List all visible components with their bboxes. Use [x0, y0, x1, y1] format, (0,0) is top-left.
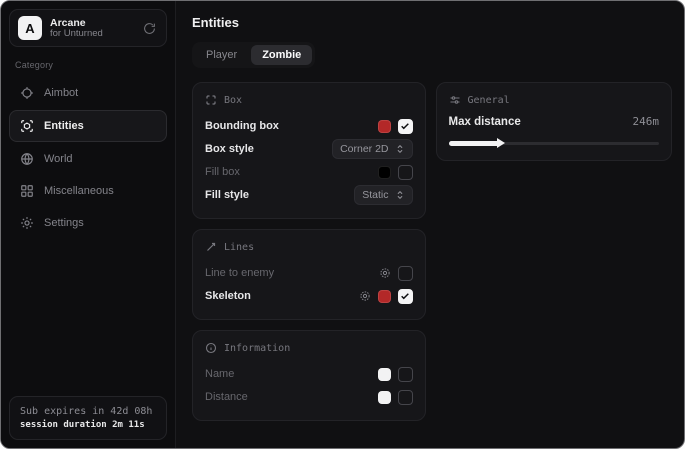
setting-label: Fill style — [205, 189, 354, 201]
setting-label: Bounding box — [205, 120, 378, 132]
sidebar-item-settings[interactable]: Settings — [9, 208, 167, 238]
card-title: Box — [224, 95, 242, 106]
main-content: Entities Player Zombie Box Bounding box — [176, 1, 684, 448]
box-style-dropdown[interactable]: Corner 2D — [332, 139, 412, 159]
slider-label: Max distance — [449, 116, 633, 128]
refresh-icon — [143, 22, 156, 35]
setting-label: Line to enemy — [205, 267, 379, 279]
setting-label: Fill box — [205, 166, 378, 178]
info-icon — [205, 342, 217, 354]
app-name: Arcane — [50, 17, 133, 29]
setting-row: Bounding box — [205, 115, 413, 137]
check-icon — [400, 291, 410, 301]
checkbox-unchecked[interactable] — [398, 165, 413, 180]
gear-icon — [359, 290, 371, 302]
card-title: General — [468, 95, 510, 106]
chevrons-up-down-icon — [395, 144, 405, 154]
color-swatch[interactable] — [378, 368, 391, 381]
card-title: Information — [224, 343, 290, 354]
color-swatch[interactable] — [378, 391, 391, 404]
setting-label: Distance — [205, 391, 378, 403]
refresh-button[interactable] — [141, 20, 158, 37]
lines-card: Lines Line to enemy — [192, 229, 426, 320]
sidebar-item-entities[interactable]: Entities — [9, 110, 167, 142]
dropdown-value: Static — [362, 189, 388, 201]
setting-row: Box style Corner 2D — [205, 138, 413, 160]
setting-row: Distance — [205, 386, 413, 408]
color-swatch[interactable] — [378, 290, 391, 303]
setting-row: Fill box — [205, 161, 413, 183]
checkbox-unchecked[interactable] — [398, 367, 413, 382]
setting-row: Skeleton — [205, 285, 413, 307]
setting-row: Line to enemy — [205, 262, 413, 284]
box-card: Box Bounding box — [192, 82, 426, 219]
sidebar-item-label: Aimbot — [44, 87, 78, 99]
gear-icon — [379, 267, 391, 279]
page-title: Entities — [192, 15, 672, 30]
sidebar: A Arcane for Unturned Category Aimbot — [1, 1, 176, 448]
setting-row: Name — [205, 363, 413, 385]
card-title: Lines — [224, 242, 254, 253]
color-swatch[interactable] — [378, 120, 391, 133]
checkbox-unchecked[interactable] — [398, 266, 413, 281]
gear-icon — [20, 216, 34, 230]
box-card-header: Box — [205, 94, 413, 106]
information-card-header: Information — [205, 342, 413, 354]
crosshair-icon — [20, 86, 34, 100]
checkbox-checked[interactable] — [398, 289, 413, 304]
sidebar-item-miscellaneous[interactable]: Miscellaneous — [9, 176, 167, 206]
row-settings-button[interactable] — [379, 267, 391, 279]
card-columns: Box Bounding box — [192, 82, 672, 421]
scan-frame-icon — [205, 94, 217, 106]
setting-label: Name — [205, 368, 378, 380]
max-distance-row: Max distance 246m — [449, 115, 659, 128]
tab-group: Player Zombie — [192, 42, 315, 68]
tab-zombie[interactable]: Zombie — [251, 45, 312, 65]
left-column: Box Bounding box — [192, 82, 426, 421]
setting-label: Box style — [205, 143, 332, 155]
sidebar-item-world[interactable]: World — [9, 144, 167, 174]
sidebar-item-aimbot[interactable]: Aimbot — [9, 78, 167, 108]
sliders-icon — [449, 94, 461, 106]
sidebar-item-label: Entities — [44, 120, 84, 132]
lines-card-header: Lines — [205, 241, 413, 253]
check-icon — [400, 121, 410, 131]
category-label: Category — [15, 60, 161, 70]
grid-icon — [20, 184, 34, 198]
checkbox-checked[interactable] — [398, 119, 413, 134]
app-window: A Arcane for Unturned Category Aimbot — [0, 0, 685, 449]
chevrons-up-down-icon — [395, 190, 405, 200]
setting-label: Skeleton — [205, 290, 359, 302]
app-header-card: A Arcane for Unturned — [9, 9, 167, 47]
right-column: General Max distance 246m — [436, 82, 672, 161]
checkbox-unchecked[interactable] — [398, 390, 413, 405]
row-settings-button[interactable] — [359, 290, 371, 302]
sidebar-item-label: Settings — [44, 217, 84, 229]
slider-value: 246m — [633, 115, 660, 128]
diagonal-line-icon — [205, 241, 217, 253]
sidebar-item-label: Miscellaneous — [44, 185, 114, 197]
app-titles: Arcane for Unturned — [50, 17, 133, 40]
general-card: General Max distance 246m — [436, 82, 672, 161]
information-card: Information Name Distance — [192, 330, 426, 421]
setting-row: Fill style Static — [205, 184, 413, 206]
cube-scan-icon — [20, 119, 34, 133]
general-card-header: General — [449, 94, 659, 106]
max-distance-slider[interactable] — [449, 138, 659, 148]
slider-handle[interactable] — [497, 138, 505, 148]
tab-player[interactable]: Player — [195, 45, 248, 65]
color-swatch[interactable] — [378, 166, 391, 179]
sidebar-nav: Aimbot Entities World Miscellaneous — [9, 78, 167, 238]
subscription-info-card: Sub expires in 42d 08h session duration … — [9, 396, 167, 441]
slider-fill — [449, 141, 502, 146]
session-duration-text: session duration 2m 11s — [20, 419, 156, 433]
sidebar-item-label: World — [44, 153, 73, 165]
sub-expiry-text: Sub expires in 42d 08h — [20, 404, 156, 419]
globe-icon — [20, 152, 34, 166]
dropdown-value: Corner 2D — [340, 143, 388, 155]
app-subtitle: for Unturned — [50, 29, 133, 40]
fill-style-dropdown[interactable]: Static — [354, 185, 412, 205]
app-logo: A — [18, 16, 42, 40]
